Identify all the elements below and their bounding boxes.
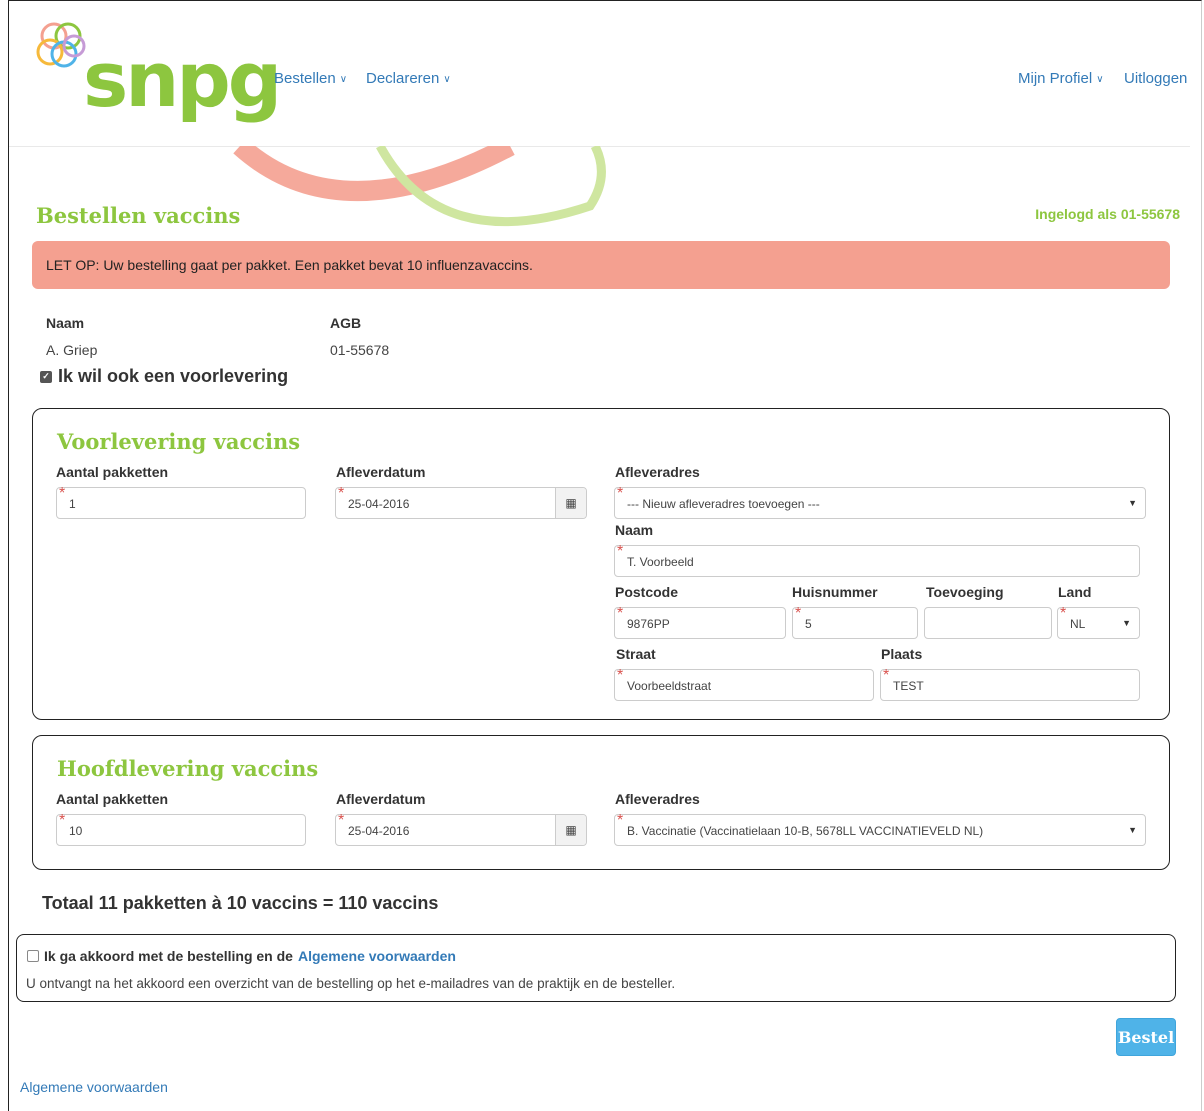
voorlevering-datum-input[interactable]: * 25-04-2016 ▦: [335, 485, 587, 519]
voorlevering-aantal-input[interactable]: * 1: [56, 485, 306, 519]
agreement-note: U ontvangt na het akkoord een overzicht …: [26, 976, 676, 991]
straat-input[interactable]: * Voorbeeldstraat: [614, 667, 874, 701]
logged-in-label: Ingelogd als 01-55678: [1035, 206, 1180, 222]
required-asterisk-icon: *: [338, 485, 345, 502]
nav-mijn-profiel[interactable]: Mijn Profiel ∨: [1018, 70, 1104, 87]
hoofd-afleverdatum-label: Afleverdatum: [336, 791, 426, 807]
bestel-button[interactable]: Bestel: [1116, 1018, 1176, 1056]
page-title: Bestellen vaccins: [36, 203, 241, 228]
background-arcs: [233, 146, 606, 227]
huisnummer-input[interactable]: * 5: [792, 605, 918, 639]
required-asterisk-icon: *: [59, 812, 66, 829]
aantal-value: 1: [69, 497, 76, 511]
logo-text: snpg: [83, 35, 282, 124]
required-asterisk-icon: *: [883, 667, 890, 684]
plaats-input[interactable]: * TEST: [880, 667, 1140, 701]
algemene-voorwaarden-link[interactable]: Algemene voorwaarden: [298, 948, 456, 964]
dropdown-arrow-icon: ▼: [1122, 618, 1131, 628]
afleverdatum-label: Afleverdatum: [336, 464, 426, 480]
order-total: Totaal 11 pakketten à 10 vaccins = 110 v…: [42, 893, 439, 913]
aantal-label: Aantal pakketten: [56, 464, 169, 480]
required-asterisk-icon: *: [1060, 605, 1067, 622]
footer-voorwaarden-link[interactable]: Algemene voorwaarden: [20, 1079, 168, 1095]
nav-bestellen[interactable]: Bestellen ∨: [274, 70, 347, 87]
required-asterisk-icon: *: [617, 605, 624, 622]
required-asterisk-icon: *: [59, 485, 66, 502]
required-asterisk-icon: *: [617, 812, 624, 829]
required-asterisk-icon: *: [338, 812, 345, 829]
hoofd-afleveradres-label: Afleveradres: [615, 791, 700, 807]
chevron-down-icon: ∨: [443, 74, 451, 85]
hoofd-aantal-value: 10: [69, 824, 83, 838]
required-asterisk-icon: *: [795, 605, 802, 622]
hoofdlevering-aantal-input[interactable]: * 10: [56, 812, 306, 846]
hoofdlevering-panel: Hoofdlevering vaccins: [32, 735, 1170, 870]
agb-label: AGB: [330, 315, 362, 331]
adres-naam-value: T. Voorbeeld: [627, 555, 694, 569]
huisnummer-label: Huisnummer: [792, 584, 878, 600]
nav-declareren[interactable]: Declareren ∨: [366, 70, 451, 87]
calendar-icon[interactable]: ▦: [555, 815, 586, 845]
voorlevering-checkbox[interactable]: ✓: [40, 370, 52, 383]
voorlevering-checkbox-row[interactable]: ✓ Ik wil ook een voorlevering: [40, 366, 288, 387]
dropdown-arrow-icon: ▼: [1128, 825, 1137, 835]
agreement-text: Ik ga akkoord met de bestelling en de: [44, 948, 293, 964]
naam-label: Naam: [46, 315, 85, 331]
hoofd-datum-value: 25-04-2016: [348, 824, 410, 838]
voorlevering-title: Voorlevering vaccins: [57, 429, 301, 454]
alert-text: LET OP: Uw bestelling gaat per pakket. E…: [46, 257, 533, 273]
huisnummer-value: 5: [805, 617, 812, 631]
straat-label: Straat: [616, 646, 656, 662]
chevron-down-icon: ∨: [339, 74, 348, 85]
hoofd-adres-value: B. Vaccinatie (Vaccinatielaan 10-B, 5678…: [627, 824, 984, 838]
hoofdlevering-adres-select[interactable]: * B. Vaccinatie (Vaccinatielaan 10-B, 56…: [614, 812, 1146, 846]
postcode-value: 9876PP: [627, 617, 670, 631]
required-asterisk-icon: *: [617, 543, 624, 560]
plaats-label: Plaats: [881, 646, 923, 662]
postcode-input[interactable]: * 9876PP: [614, 605, 786, 639]
straat-value: Voorbeeldstraat: [627, 679, 712, 693]
voorlevering-checkbox-label: Ik wil ook een voorlevering: [58, 366, 289, 386]
agreement-checkbox-row[interactable]: Ik ga akkoord met de bestelling en de Al…: [27, 948, 456, 964]
agb-value: 01-55678: [330, 342, 390, 358]
datum-value: 25-04-2016: [348, 497, 410, 511]
adres-naam-label: Naam: [615, 522, 654, 538]
hoofdlevering-datum-input[interactable]: * 25-04-2016 ▦: [335, 812, 587, 846]
nav-bestellen-label: Bestellen: [274, 70, 336, 87]
nav-uitloggen[interactable]: Uitloggen: [1124, 70, 1187, 87]
nav-uitloggen-label: Uitloggen: [1124, 70, 1188, 87]
calendar-icon[interactable]: ▦: [555, 488, 586, 518]
notice-alert: LET OP: Uw bestelling gaat per pakket. E…: [32, 241, 1170, 289]
land-select[interactable]: * NL ▼: [1057, 605, 1140, 639]
required-asterisk-icon: *: [617, 485, 624, 502]
dropdown-arrow-icon: ▼: [1128, 498, 1137, 508]
hoofdlevering-title: Hoofdlevering vaccins: [57, 756, 319, 781]
adres-value: --- Nieuw afleveradres toevoegen ---: [627, 497, 820, 511]
plaats-value: TEST: [893, 679, 924, 693]
toevoeging-label: Toevoeging: [926, 584, 1004, 600]
chevron-down-icon: ∨: [1096, 74, 1104, 85]
land-value: NL: [1070, 617, 1086, 631]
nav-declareren-label: Declareren: [366, 70, 440, 87]
naam-value: A. Griep: [46, 342, 98, 358]
nav-profiel-label: Mijn Profiel: [1018, 70, 1093, 87]
hoofd-aantal-label: Aantal pakketten: [56, 791, 169, 807]
land-label: Land: [1058, 584, 1092, 600]
agreement-checkbox[interactable]: [27, 950, 39, 962]
required-asterisk-icon: *: [617, 667, 624, 684]
voorlevering-adres-select[interactable]: * --- Nieuw afleveradres toevoegen --- ▼: [614, 485, 1146, 519]
postcode-label: Postcode: [615, 584, 679, 600]
toevoeging-input[interactable]: [924, 607, 1052, 639]
agreement-box: Ik ga akkoord met de bestelling en de Al…: [16, 934, 1176, 1002]
afleveradres-label: Afleveradres: [615, 464, 700, 480]
adres-naam-input[interactable]: * T. Voorbeeld: [614, 543, 1140, 577]
